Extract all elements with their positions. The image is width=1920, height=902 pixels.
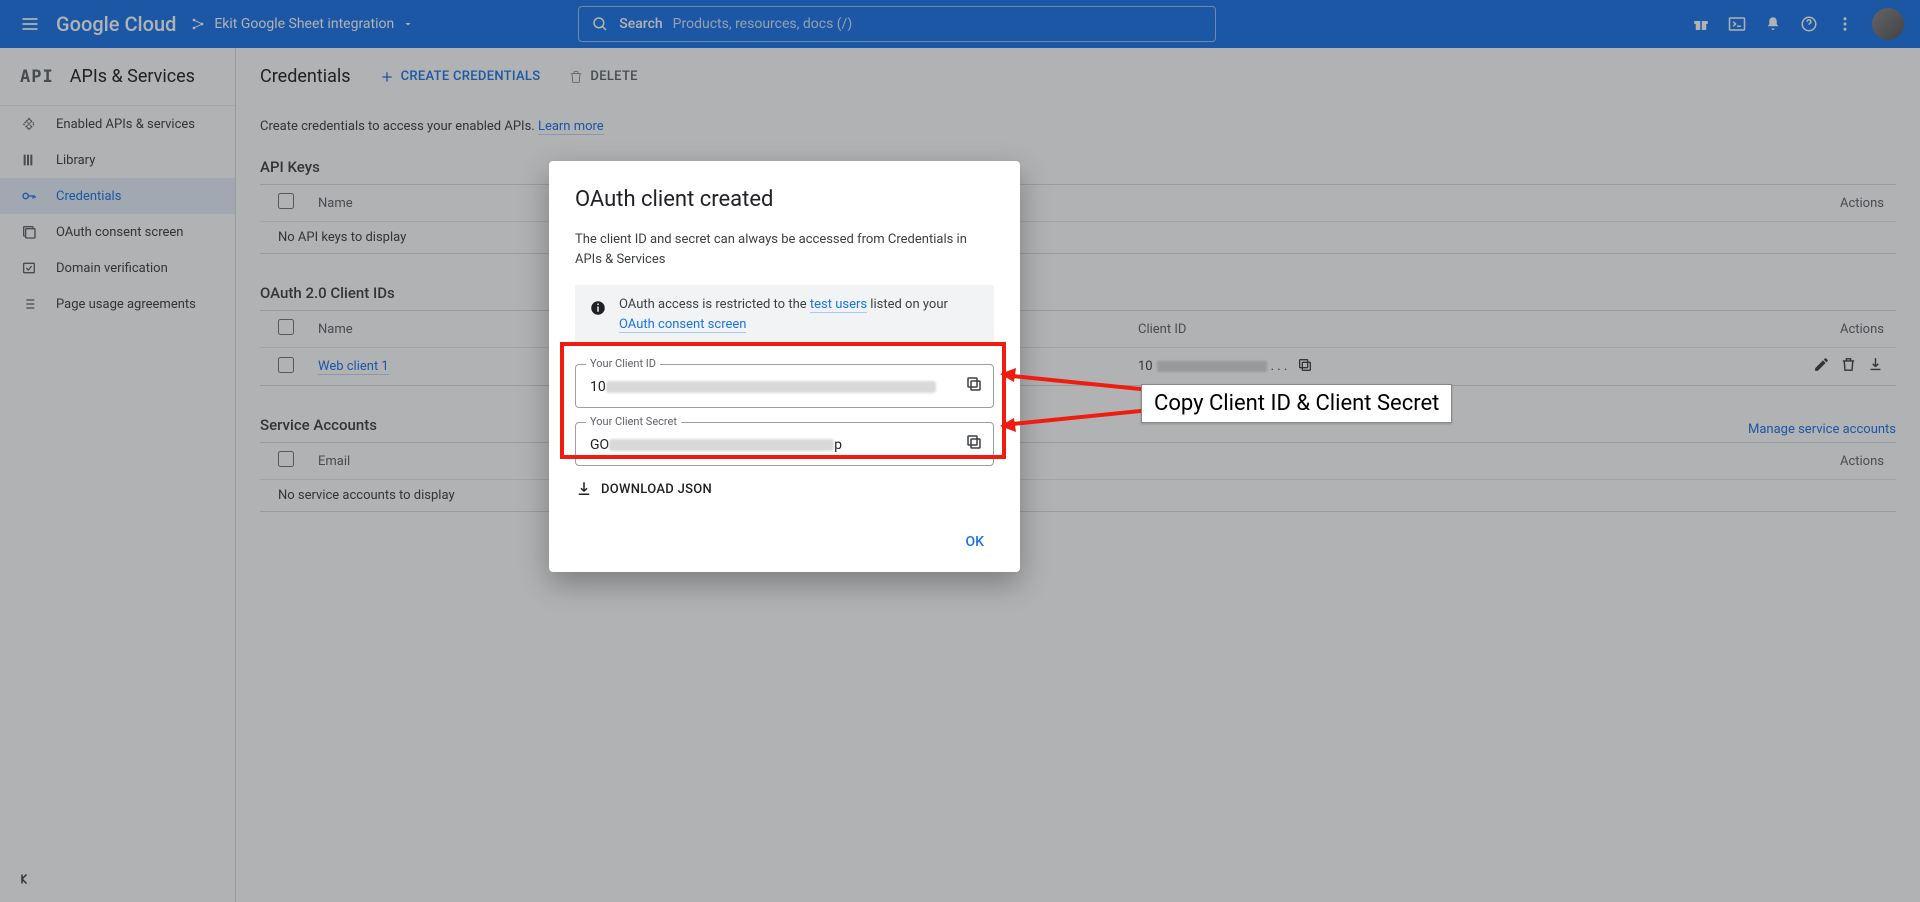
client-secret-value: GOp [590, 437, 949, 453]
download-json-button[interactable]: DOWNLOAD JSON [575, 480, 994, 498]
client-id-field: Your Client ID 10 [575, 364, 994, 408]
client-secret-label: Your Client Secret [586, 415, 681, 428]
dialog-actions: OK [575, 526, 994, 558]
download-icon [575, 480, 593, 498]
client-id-value: 10 [590, 379, 949, 395]
oauth-created-dialog: OAuth client created The client ID and s… [549, 161, 1020, 572]
annotation-label: Copy Client ID & Client Secret [1141, 384, 1452, 423]
copy-client-secret-icon[interactable] [965, 433, 983, 455]
client-secret-field: Your Client Secret GOp [575, 422, 994, 466]
oauth-consent-link[interactable]: OAuth consent screen [619, 317, 746, 333]
dialog-notice: OAuth access is restricted to the test u… [575, 285, 994, 344]
copy-client-id-icon[interactable] [965, 375, 983, 397]
client-id-label: Your Client ID [586, 357, 660, 370]
ok-button[interactable]: OK [956, 526, 995, 558]
test-users-link[interactable]: test users [810, 297, 867, 313]
dialog-body: The client ID and secret can always be a… [575, 230, 994, 269]
info-icon [589, 299, 607, 324]
dialog-title: OAuth client created [575, 187, 994, 212]
